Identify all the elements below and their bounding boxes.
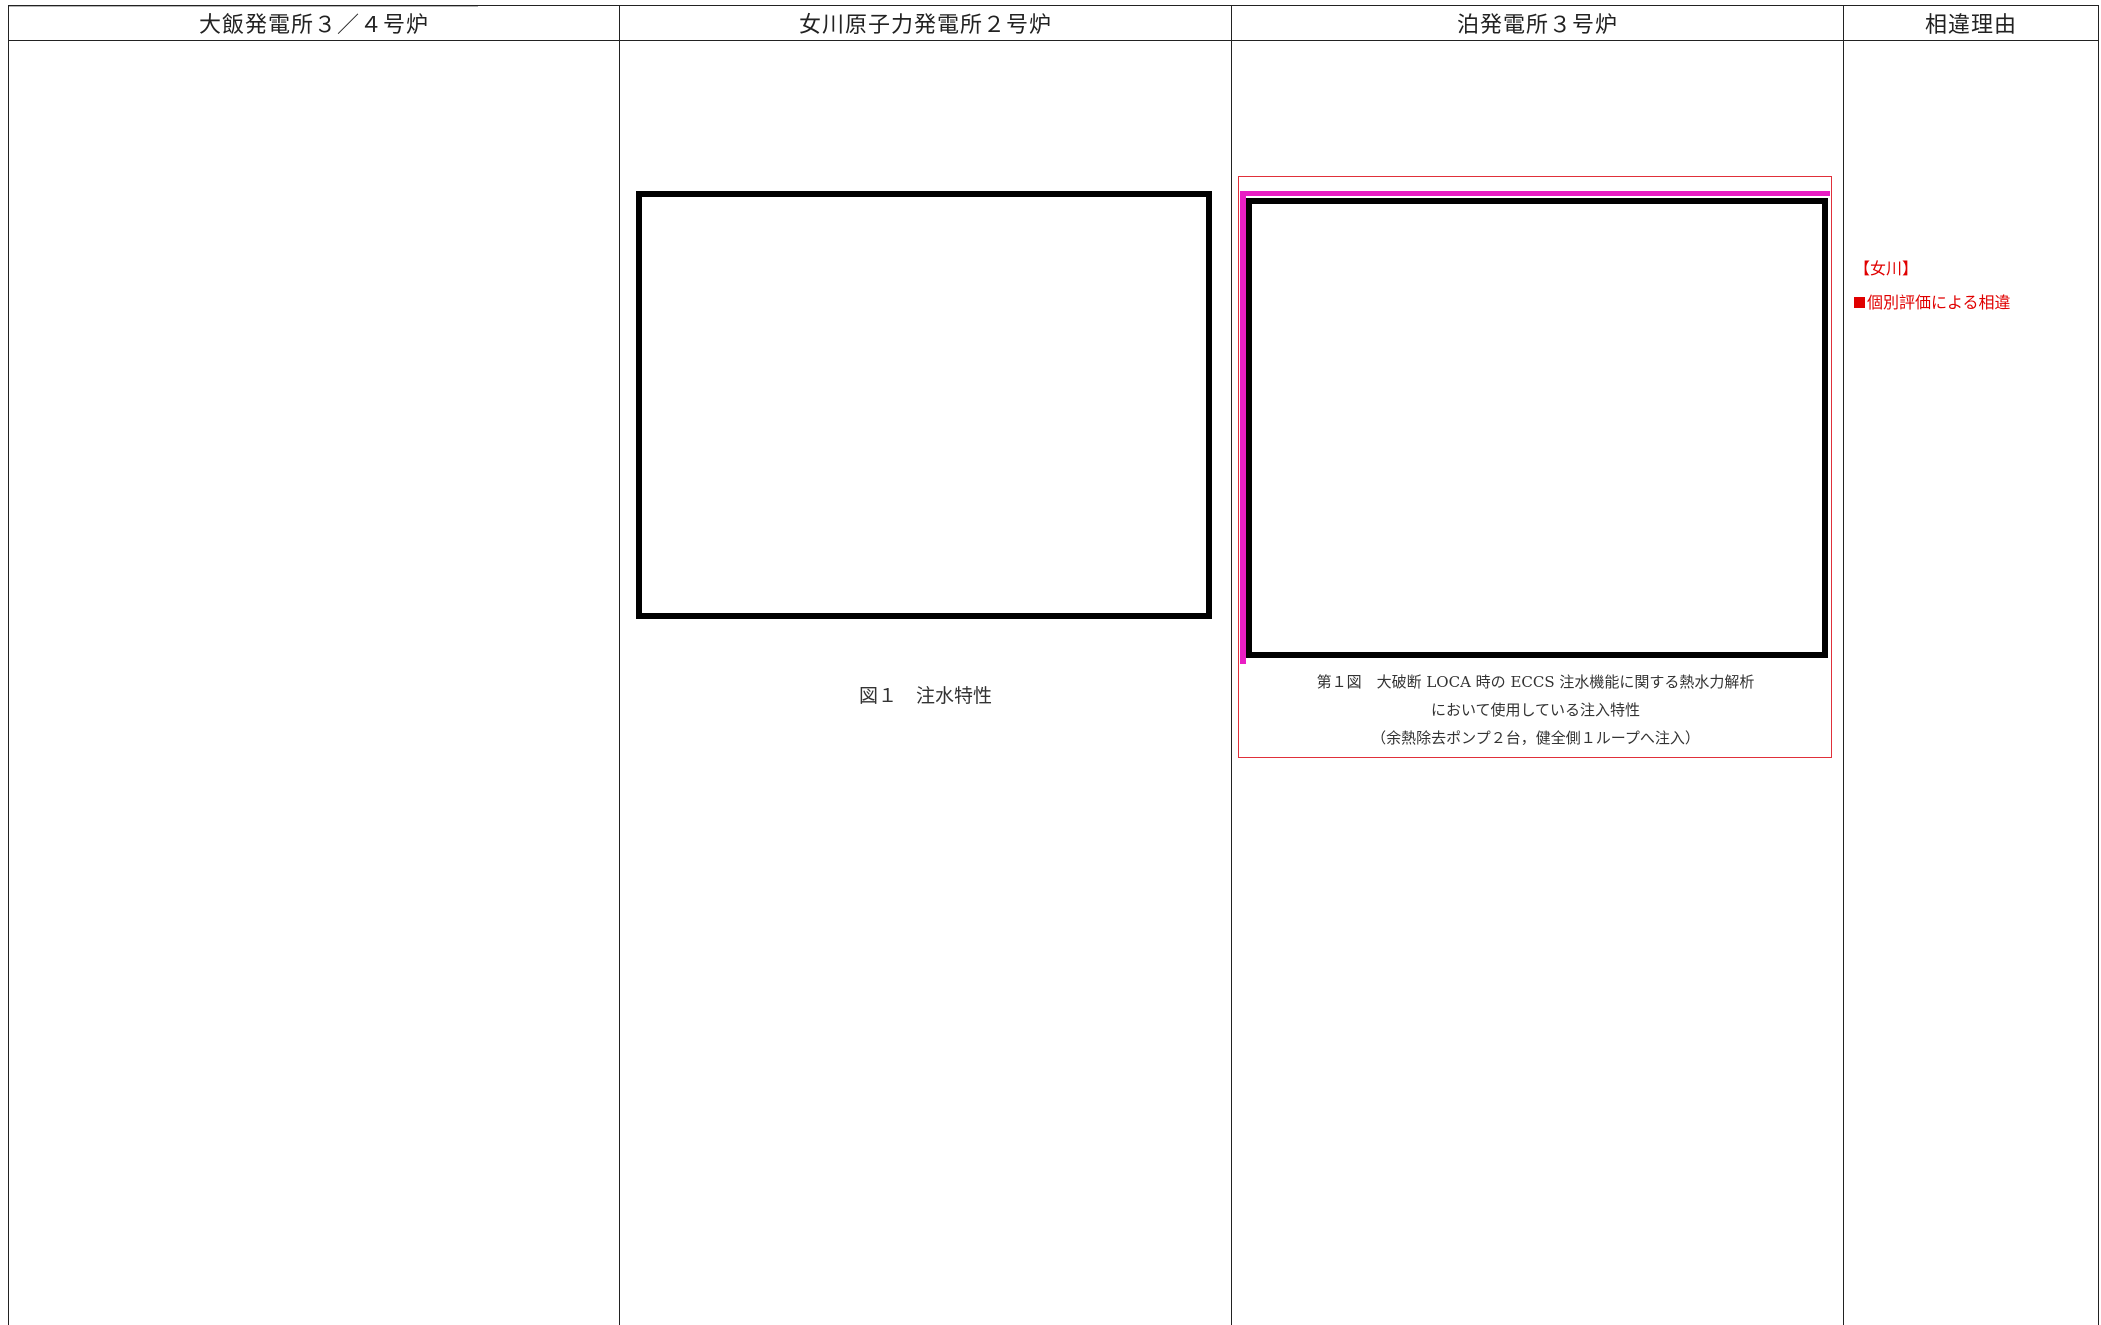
- tomari-figure-masked: [1246, 198, 1828, 658]
- cell-ohi: [9, 41, 620, 1325]
- cell-reason: 【女川】 個別評価による相違: [1844, 41, 2099, 1325]
- header-ohi: 大飯発電所３／４号炉: [9, 6, 620, 41]
- comparison-table: 大飯発電所３／４号炉 女川原子力発電所２号炉 泊発電所３号炉 相違理由 図１ 注…: [8, 5, 2099, 1325]
- cell-onagawa: 図１ 注水特性: [620, 41, 1232, 1325]
- header-onagawa: 女川原子力発電所２号炉: [620, 6, 1232, 41]
- bullet-square-icon: [1854, 297, 1865, 308]
- reason-tag: 【女川】: [1854, 252, 2011, 286]
- tomari-caption-line-1: 第１図 大破断 LOCA 時の ECCS 注水機能に関する熱水力解析: [1238, 668, 1833, 696]
- onagawa-figure-caption: 図１ 注水特性: [620, 681, 1231, 708]
- comparison-page: 大飯発電所３／４号炉 女川原子力発電所２号炉 泊発電所３号炉 相違理由 図１ 注…: [0, 0, 2101, 1293]
- header-row: 大飯発電所３／４号炉 女川原子力発電所２号炉 泊発電所３号炉 相違理由: [9, 6, 2099, 41]
- tomari-caption-line-2: において使用している注入特性: [1238, 696, 1833, 724]
- tomari-caption-line-3: （余熱除去ポンプ２台，健全側１ループへ注入）: [1238, 724, 1833, 752]
- body-row: 図１ 注水特性 第１図 大破断 LOCA 時の ECCS 注水機能に関する熱水力…: [9, 41, 2099, 1325]
- cell-tomari: 第１図 大破断 LOCA 時の ECCS 注水機能に関する熱水力解析 において使…: [1232, 41, 1844, 1325]
- onagawa-figure-masked: [636, 191, 1212, 619]
- reason-item-text: 個別評価による相違: [1867, 293, 2011, 312]
- reason-item: 個別評価による相違: [1854, 286, 2011, 320]
- reason-note: 【女川】 個別評価による相違: [1854, 252, 2011, 320]
- tomari-figure-caption: 第１図 大破断 LOCA 時の ECCS 注水機能に関する熱水力解析 において使…: [1238, 668, 1833, 752]
- header-reason: 相違理由: [1844, 6, 2099, 41]
- header-tomari: 泊発電所３号炉: [1232, 6, 1844, 41]
